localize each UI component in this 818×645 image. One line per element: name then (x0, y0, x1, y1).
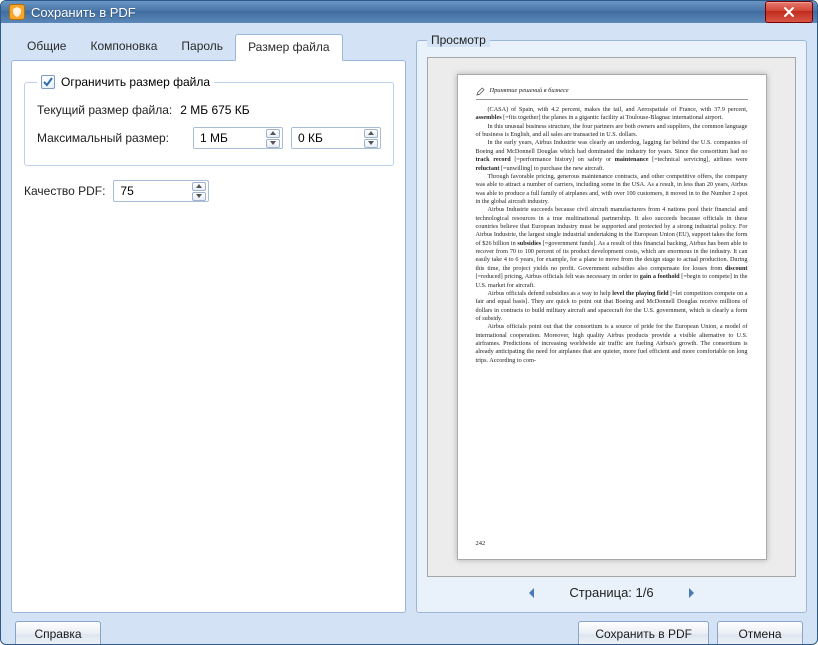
tabs: Общие Компоновка Пароль Размер файла (11, 33, 406, 60)
prev-page-button[interactable] (525, 586, 539, 600)
chevron-up-icon[interactable] (266, 129, 280, 138)
limit-checkbox[interactable] (41, 75, 55, 89)
preview-paragraph: Through favorable pricing, generous main… (476, 173, 748, 206)
limit-group: Ограничить размер файла Текущий размер ф… (24, 75, 394, 166)
window-title: Сохранить в PDF (31, 5, 765, 20)
app-icon (9, 4, 25, 20)
pencil-icon (476, 87, 485, 96)
preview-viewport: Принятие решений в бизнесе (CASA) of Spa… (427, 57, 796, 577)
preview-page: Принятие решений в бизнесе (CASA) of Spa… (457, 74, 767, 560)
current-size-value: 2 МБ 675 КБ (180, 103, 249, 117)
preview-paragraph: In this unusual business structure, the … (476, 123, 748, 140)
pager: Страница: 1/6 (427, 577, 796, 602)
page-number: 242 (476, 540, 486, 549)
quality-label: Качество PDF: (24, 184, 105, 198)
close-button[interactable] (765, 1, 813, 23)
quality-spinner[interactable]: 75 (113, 180, 209, 202)
help-button[interactable]: Справка (15, 621, 101, 645)
preview-paragraph: Airbus Industrie succeeds because civil … (476, 206, 748, 290)
max-kb-value: 0 КБ (298, 131, 360, 145)
titlebar[interactable]: Сохранить в PDF (1, 1, 817, 23)
preview-paragraph: (CASA) of Spain, with 4.2 percent, makes… (476, 106, 748, 123)
next-page-button[interactable] (684, 586, 698, 600)
cancel-button[interactable]: Отмена (717, 621, 803, 645)
tab-filesize[interactable]: Размер файла (235, 34, 343, 61)
max-size-label: Максимальный размер: (37, 131, 185, 145)
limit-checkbox-label: Ограничить размер файла (61, 75, 210, 89)
dialog-buttons: Справка Сохранить в PDF Отмена (11, 621, 807, 645)
chevron-up-icon[interactable] (192, 182, 206, 191)
max-kb-spinner[interactable]: 0 КБ (291, 127, 381, 149)
current-size-label: Текущий размер файла: (37, 103, 172, 117)
save-button[interactable]: Сохранить в PDF (578, 621, 709, 645)
doc-header: Принятие решений в бизнесе (490, 87, 569, 96)
chevron-down-icon[interactable] (266, 139, 280, 148)
max-mb-value: 1 МБ (200, 131, 262, 145)
chevron-down-icon[interactable] (192, 192, 206, 201)
tab-general[interactable]: Общие (15, 34, 78, 61)
quality-value: 75 (120, 184, 188, 198)
preview-title: Просмотр (427, 33, 490, 47)
preview-panel: Просмотр Принятие решений в бизнесе (CAS… (416, 33, 807, 613)
pager-label: Страница: 1/6 (569, 585, 653, 600)
tab-body-filesize: Ограничить размер файла Текущий размер ф… (11, 60, 406, 613)
chevron-up-icon[interactable] (364, 129, 378, 138)
settings-panel: Общие Компоновка Пароль Размер файла Огр… (11, 33, 406, 613)
preview-paragraph: In the early years, Airbus Industrie was… (476, 139, 748, 172)
tab-password[interactable]: Пароль (169, 34, 235, 61)
max-mb-spinner[interactable]: 1 МБ (193, 127, 283, 149)
preview-paragraph: Airbus officials point out that the cons… (476, 323, 748, 365)
tab-layout[interactable]: Компоновка (78, 34, 169, 61)
dialog-window: Сохранить в PDF Общие Компоновка Пароль … (0, 0, 818, 645)
chevron-down-icon[interactable] (364, 139, 378, 148)
client-area: Общие Компоновка Пароль Размер файла Огр… (1, 23, 817, 645)
preview-paragraph: Airbus officials defend subsidies as a w… (476, 290, 748, 323)
